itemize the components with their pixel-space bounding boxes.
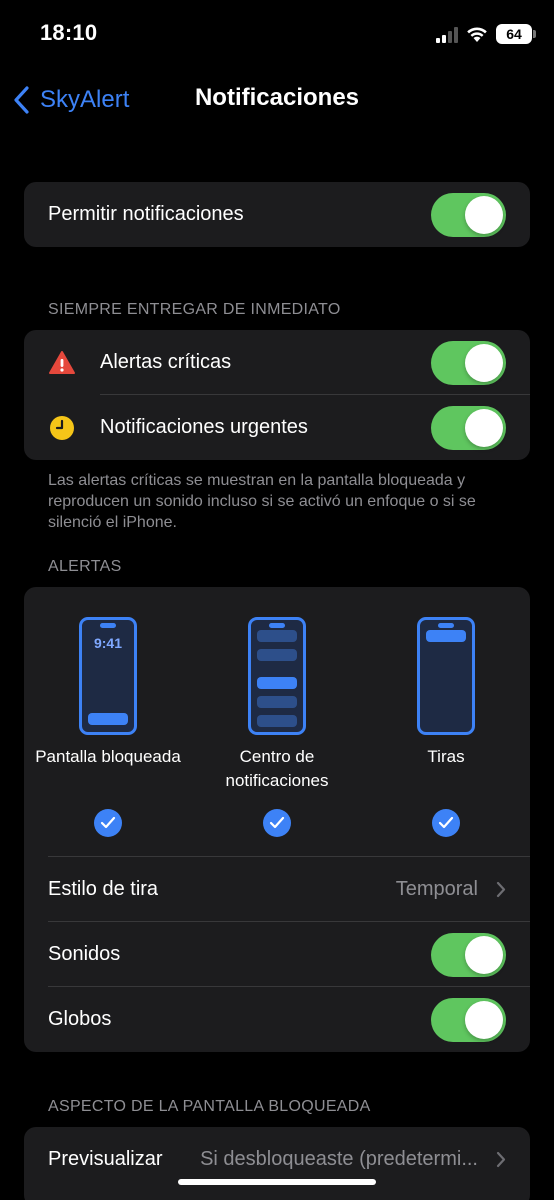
notification-bar (426, 630, 466, 642)
notification-bar (257, 715, 297, 727)
alert-option-banners[interactable]: Tiras (356, 617, 530, 769)
toggle-knob (465, 1001, 503, 1039)
warning-triangle-icon (49, 351, 75, 374)
badges-label: Globos (48, 1008, 112, 1030)
critical-alerts-toggle[interactable] (431, 341, 506, 385)
phone-notch (438, 623, 454, 628)
notification-center-checkmark-icon[interactable] (263, 809, 291, 837)
lock-screen-clock: 9:41 (93, 635, 123, 651)
banners-phone-icon (417, 617, 475, 735)
alert-option-label: Pantalla bloqueada (35, 747, 181, 766)
toggle-knob (465, 344, 503, 382)
home-indicator[interactable] (178, 1179, 376, 1185)
chevron-right-icon (496, 881, 506, 898)
allow-notifications-row: Permitir notificaciones (24, 182, 530, 247)
critical-alerts-row: Alertas críticas (24, 330, 530, 395)
toggle-knob (465, 409, 503, 447)
preview-value: Si desbloqueaste (predetermi... (200, 1148, 478, 1170)
sounds-label: Sonidos (48, 943, 121, 965)
allow-notifications-toggle[interactable] (431, 193, 506, 237)
critical-alerts-footer: Las alertas críticas se muestran en la p… (48, 472, 476, 531)
notification-bar (257, 630, 297, 642)
allow-notifications-group: Permitir notificaciones (24, 182, 530, 247)
urgent-notifications-label: Notificaciones urgentes (100, 416, 308, 438)
notification-center-phone-icon (248, 617, 306, 735)
wifi-icon (467, 27, 487, 42)
immediate-group: Alertas críticas Notificaciones urgentes (24, 330, 530, 460)
status-bar: 18:10 64 (0, 0, 554, 70)
urgent-notifications-row: Notificaciones urgentes (24, 395, 530, 460)
clock-icon (50, 416, 74, 440)
badges-toggle[interactable] (431, 998, 506, 1042)
alerts-group: 9:41 Pantalla bloqueada Centro de notifi… (24, 587, 530, 1052)
urgent-notifications-toggle[interactable] (431, 406, 506, 450)
toggle-knob (465, 936, 503, 974)
alert-option-label: Tiras (427, 747, 465, 766)
alerts-section-header: ALERTAS (48, 558, 122, 575)
banner-style-row[interactable]: Estilo de tira Temporal (24, 857, 530, 922)
notification-bar (257, 649, 297, 661)
lock-screen-checkmark-icon[interactable] (94, 809, 122, 837)
toggle-knob (465, 196, 503, 234)
cellular-signal-icon (436, 27, 458, 43)
alert-styles-picker: 9:41 Pantalla bloqueada Centro de notifi… (24, 587, 530, 857)
banners-checkmark-icon[interactable] (432, 809, 460, 837)
notification-bar (88, 713, 128, 725)
critical-alerts-label: Alertas críticas (100, 351, 232, 373)
banner-style-value: Temporal (395, 878, 478, 900)
phone-notch (269, 623, 285, 628)
lock-screen-phone-icon: 9:41 (79, 617, 137, 735)
preview-label: Previsualizar (48, 1148, 163, 1170)
alert-option-notification-center[interactable]: Centro de notificaciones (187, 617, 367, 793)
battery-tip (533, 30, 536, 38)
phone-notch (100, 623, 116, 628)
allow-notifications-label: Permitir notificaciones (48, 203, 244, 225)
sounds-row: Sonidos (24, 922, 530, 987)
page-title: Notificaciones (194, 84, 360, 111)
lock-appearance-section-header: ASPECTO DE LA PANTALLA BLOQUEADA (48, 1098, 371, 1115)
navigation-bar: SkyAlert Notificaciones (0, 70, 554, 130)
status-time: 18:10 (40, 20, 98, 45)
battery-icon: 64 (496, 24, 532, 44)
badges-row: Globos (24, 987, 530, 1052)
alert-option-lock-screen[interactable]: 9:41 Pantalla bloqueada (24, 617, 198, 769)
banner-style-label: Estilo de tira (48, 878, 159, 900)
notification-bar (257, 696, 297, 708)
sounds-toggle[interactable] (431, 933, 506, 977)
immediate-section-header: SIEMPRE ENTREGAR DE INMEDIATO (48, 301, 341, 318)
lock-appearance-group: Previsualizar Si desbloqueaste (predeter… (24, 1127, 530, 1200)
alert-option-label: Centro de notificaciones (225, 747, 329, 790)
notification-bar (257, 677, 297, 689)
chevron-right-icon (496, 1151, 506, 1168)
